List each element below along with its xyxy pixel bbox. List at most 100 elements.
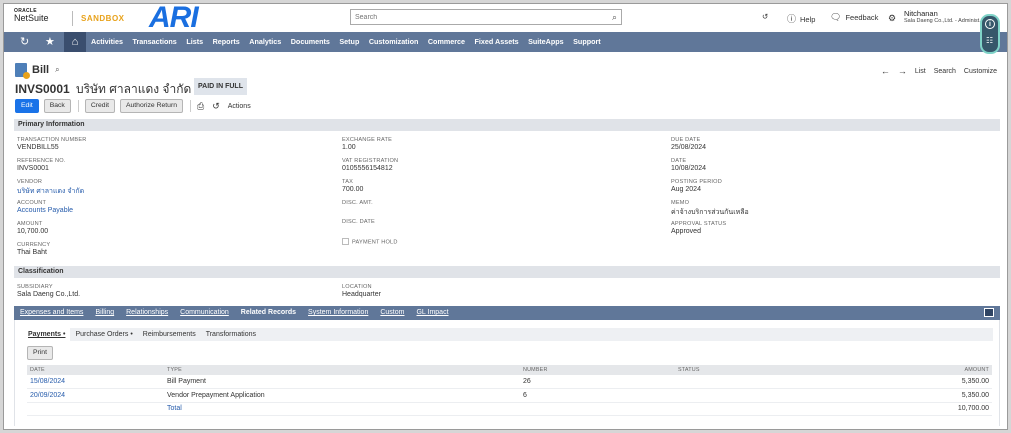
field-label: DUE DATE [671, 137, 701, 143]
nav-item[interactable]: Support [573, 32, 601, 52]
col-status[interactable]: STATUS [675, 365, 875, 375]
credit-button[interactable]: Credit [84, 99, 115, 113]
field-label: APPROVAL STATUS [671, 221, 727, 227]
role-switch-icon[interactable]: ⚙ [888, 13, 896, 24]
account-link[interactable]: Accounts Payable [17, 207, 73, 214]
nav-item[interactable]: Setup [339, 32, 359, 52]
actions-menu[interactable]: Actions [228, 103, 251, 110]
help-link[interactable]: ⓘ Help [787, 12, 815, 25]
row-number: 26 [520, 375, 675, 389]
nav-item[interactable]: Analytics [249, 32, 281, 52]
global-search[interactable]: ⌕ [350, 9, 622, 25]
customize-link[interactable]: Customize [964, 68, 997, 75]
table-row: 15/08/2024 Bill Payment 26 5,350.00 [27, 375, 992, 389]
row-amount: 5,350.00 [875, 388, 992, 403]
assistant-widget[interactable]: i ☷ [980, 14, 1000, 54]
row-status [675, 375, 875, 389]
record-vendor: บริษัท ศาลาแดง จำกัด [76, 82, 192, 96]
nav-item[interactable]: SuiteApps [528, 32, 564, 52]
related-tab[interactable]: Payments • [23, 328, 71, 341]
total-label: Total [164, 402, 520, 416]
field-label: AMOUNT [17, 221, 43, 227]
related-tab[interactable]: Transformations [201, 328, 261, 341]
nav-item[interactable]: Lists [186, 32, 203, 52]
button-divider [190, 100, 191, 112]
nav-item[interactable]: Commerce [428, 32, 465, 52]
field-label: DATE [671, 158, 687, 164]
netsuite-wordmark: NetSuite [14, 13, 49, 23]
arrow-right-icon[interactable]: → [898, 66, 907, 76]
subtab[interactable]: GL Impact [416, 306, 448, 320]
section-primary-information[interactable]: Primary Information [14, 119, 1000, 131]
field-label: ACCOUNT [17, 200, 47, 206]
field-value: ค่าจ้างบริการส่วนกันเหลือ [671, 209, 749, 216]
subtab[interactable]: Expenses and Items [20, 306, 83, 320]
related-tab[interactable]: Reimbursements [138, 328, 201, 341]
field-value: 10,700.00 [17, 228, 49, 235]
related-tab[interactable]: Purchase Orders • [70, 328, 137, 341]
field-approval-status: APPROVAL STATUS Approved [671, 221, 726, 235]
nav-menu: Activities Transactions Lists Reports Analyt… [91, 32, 610, 52]
app-window: ORACLE NetSuite SANDBOX ARI ⌕ ↺ ⓘHelp 🗨F… [3, 3, 1008, 430]
field-value: 25/08/2024 [671, 144, 707, 151]
subtab[interactable]: System Information [308, 306, 368, 320]
recent-records-icon[interactable]: ↺ [762, 12, 768, 21]
list-link[interactable]: List [915, 68, 926, 75]
field-value: VENDBILL55 [17, 144, 59, 151]
subtab[interactable]: Communication [180, 306, 229, 320]
vendor-link[interactable]: บริษัท ศาลาแดง จำกัด [17, 186, 84, 197]
search-link[interactable]: Search [934, 68, 956, 75]
nav-item[interactable]: Documents [291, 32, 330, 52]
row-type: Bill Payment [164, 375, 520, 389]
expand-icon[interactable] [984, 308, 994, 317]
user-menu[interactable]: Nitchanan Sala Daeng Co.,Ltd. - Administ… [904, 9, 984, 25]
row-amount: 5,350.00 [875, 375, 992, 389]
search-icon[interactable]: ⌕ [55, 65, 59, 75]
field-value: Aug 2024 [671, 186, 701, 193]
help-icon: ⓘ [787, 14, 797, 24]
nav-item[interactable]: Activities [91, 32, 123, 52]
section-classification[interactable]: Classification [14, 266, 1000, 278]
back-button[interactable]: Back [43, 99, 71, 113]
subtab[interactable]: Related Records [241, 306, 296, 320]
empty-cell [520, 402, 675, 416]
nav-item[interactable]: Transactions [132, 32, 176, 52]
nav-item[interactable]: Customization [369, 32, 419, 52]
field-posting-period: POSTING PERIOD Aug 2024 [671, 179, 722, 193]
field-exchange-rate: EXCHANGE RATE 1.00 [342, 137, 392, 151]
field-label: TRANSACTION NUMBER [17, 137, 87, 143]
refresh-icon[interactable]: ↺ [212, 101, 220, 112]
edit-button[interactable]: Edit [15, 99, 39, 113]
subtab[interactable]: Relationships [126, 306, 168, 320]
row-date-link[interactable]: 15/08/2024 [27, 375, 164, 389]
field-value: 700.00 [342, 186, 364, 193]
netsuite-logo[interactable]: ORACLE NetSuite [14, 9, 49, 23]
row-type: Vendor Prepayment Application [164, 388, 520, 403]
col-amount[interactable]: AMOUNT [875, 365, 992, 375]
subtab[interactable]: Billing [95, 306, 114, 320]
col-number[interactable]: NUMBER [520, 365, 675, 375]
authorize-return-button[interactable]: Authorize Return [119, 99, 183, 113]
star-icon[interactable]: ★ [45, 35, 55, 48]
nav-item[interactable]: Fixed Assets [475, 32, 519, 52]
nav-item[interactable]: Reports [213, 32, 240, 52]
subtab[interactable]: Custom [380, 306, 404, 320]
col-date[interactable]: DATE [27, 365, 164, 375]
record-title: Bill ⌕ [15, 63, 60, 79]
info-icon[interactable]: i [985, 19, 995, 29]
print-icon[interactable]: ⎙ [197, 101, 204, 112]
feedback-link[interactable]: 🗨 Feedback [830, 12, 878, 23]
grid-menu-icon[interactable]: ☷ [986, 37, 993, 45]
row-date-link[interactable]: 20/09/2024 [27, 388, 164, 403]
col-type[interactable]: TYPE [164, 365, 520, 375]
arrow-left-icon[interactable]: ← [881, 66, 890, 76]
search-icon[interactable]: ⌕ [612, 12, 617, 23]
payment-hold-checkbox [342, 238, 349, 245]
search-input[interactable] [351, 10, 601, 24]
home-icon[interactable]: ⌂ [64, 32, 86, 52]
field-tax: TAX 700.00 [342, 179, 363, 193]
field-label: VENDOR [17, 179, 43, 185]
print-button[interactable]: Print [27, 346, 53, 360]
recent-icon[interactable]: ↻ [20, 35, 29, 48]
empty-cell [27, 402, 164, 416]
